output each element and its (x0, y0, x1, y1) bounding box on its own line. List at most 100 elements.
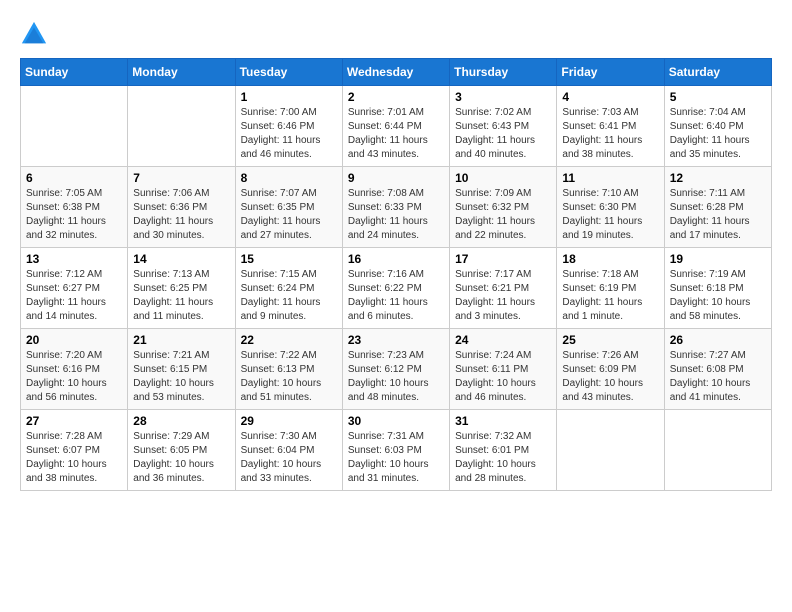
logo-icon (20, 20, 48, 48)
calendar-cell: 5Sunrise: 7:04 AMSunset: 6:40 PMDaylight… (664, 86, 771, 167)
day-number: 9 (348, 171, 444, 185)
day-header-thursday: Thursday (450, 59, 557, 86)
day-info: Sunrise: 7:12 AMSunset: 6:27 PMDaylight:… (26, 268, 122, 324)
calendar-cell: 15 Sunrise: 7:15 AMSunset: 6:24 PMDayligh… (235, 248, 342, 329)
calendar-cell (21, 86, 128, 167)
day-number: 20 (26, 333, 122, 347)
calendar-cell: 22 Sunrise: 7:22 AMSunset: 6:13 PMDayligh… (235, 329, 342, 410)
calendar-cell: 7Sunrise: 7:06 AMSunset: 6:36 PMDaylight… (128, 167, 235, 248)
day-header-sunday: Sunday (21, 59, 128, 86)
day-number: 2 (348, 90, 444, 104)
day-info: Sunrise: 7:20 AMSunset: 6:16 PMDaylight:… (26, 349, 122, 405)
day-number: 13 (26, 252, 122, 266)
calendar-cell: 1Sunrise: 7:00 AMSunset: 6:46 PMDaylight… (235, 86, 342, 167)
day-info: Sunrise: 7:06 AMSunset: 6:36 PMDaylight:… (133, 187, 229, 243)
day-info: Sunrise: 7:05 AMSunset: 6:38 PMDaylight:… (26, 187, 122, 243)
calendar-cell: 27 Sunrise: 7:28 AMSunset: 6:07 PMDayligh… (21, 410, 128, 491)
day-info: Sunrise: 7:28 AMSunset: 6:07 PMDaylight:… (26, 430, 122, 486)
day-info: Sunrise: 7:10 AMSunset: 6:30 PMDaylight:… (562, 187, 658, 243)
day-number: 23 (348, 333, 444, 347)
calendar-cell (128, 86, 235, 167)
day-info: Sunrise: 7:08 AMSunset: 6:33 PMDaylight:… (348, 187, 444, 243)
day-info: Sunrise: 7:15 AMSunset: 6:24 PMDaylight:… (241, 268, 337, 324)
day-info: Sunrise: 7:21 AMSunset: 6:15 PMDaylight:… (133, 349, 229, 405)
day-number: 6 (26, 171, 122, 185)
day-number: 11 (562, 171, 658, 185)
day-header-friday: Friday (557, 59, 664, 86)
day-info: Sunrise: 7:23 AMSunset: 6:12 PMDaylight:… (348, 349, 444, 405)
day-header-saturday: Saturday (664, 59, 771, 86)
day-info: Sunrise: 7:03 AMSunset: 6:41 PMDaylight:… (562, 106, 658, 162)
day-number: 26 (670, 333, 766, 347)
page-header (20, 20, 772, 48)
day-number: 10 (455, 171, 551, 185)
day-number: 30 (348, 414, 444, 428)
week-row-4: 20 Sunrise: 7:20 AMSunset: 6:16 PMDayligh… (21, 329, 772, 410)
day-number: 12 (670, 171, 766, 185)
calendar-cell: 8 Sunrise: 7:07 AMSunset: 6:35 PMDaylight… (235, 167, 342, 248)
day-info: Sunrise: 7:22 AMSunset: 6:13 PMDaylight:… (241, 349, 337, 405)
day-number: 15 (241, 252, 337, 266)
day-number: 16 (348, 252, 444, 266)
logo (20, 20, 52, 48)
calendar-cell: 30 Sunrise: 7:31 AMSunset: 6:03 PMDayligh… (342, 410, 449, 491)
calendar-cell: 24 Sunrise: 7:24 AMSunset: 6:11 PMDayligh… (450, 329, 557, 410)
day-header-monday: Monday (128, 59, 235, 86)
day-info: Sunrise: 7:09 AMSunset: 6:32 PMDaylight:… (455, 187, 551, 243)
day-number: 27 (26, 414, 122, 428)
day-header-wednesday: Wednesday (342, 59, 449, 86)
day-info: Sunrise: 7:16 AMSunset: 6:22 PMDaylight:… (348, 268, 444, 324)
calendar-cell: 16 Sunrise: 7:16 AMSunset: 6:22 PMDayligh… (342, 248, 449, 329)
calendar-table: SundayMondayTuesdayWednesdayThursdayFrid… (20, 58, 772, 491)
calendar-cell: 28 Sunrise: 7:29 AMSunset: 6:05 PMDayligh… (128, 410, 235, 491)
day-info: Sunrise: 7:24 AMSunset: 6:11 PMDaylight:… (455, 349, 551, 405)
day-number: 8 (241, 171, 337, 185)
day-number: 1 (241, 90, 337, 104)
day-number: 5 (670, 90, 766, 104)
calendar-cell: 3 Sunrise: 7:02 AMSunset: 6:43 PMDaylight… (450, 86, 557, 167)
day-number: 31 (455, 414, 551, 428)
day-number: 14 (133, 252, 229, 266)
calendar-cell: 20 Sunrise: 7:20 AMSunset: 6:16 PMDayligh… (21, 329, 128, 410)
day-number: 28 (133, 414, 229, 428)
day-number: 29 (241, 414, 337, 428)
calendar-cell: 6 Sunrise: 7:05 AMSunset: 6:38 PMDaylight… (21, 167, 128, 248)
day-info: Sunrise: 7:18 AMSunset: 6:19 PMDaylight:… (562, 268, 658, 324)
day-number: 24 (455, 333, 551, 347)
day-number: 3 (455, 90, 551, 104)
calendar-cell: 26Sunrise: 7:27 AMSunset: 6:08 PMDayligh… (664, 329, 771, 410)
header-row: SundayMondayTuesdayWednesdayThursdayFrid… (21, 59, 772, 86)
day-info: Sunrise: 7:30 AMSunset: 6:04 PMDaylight:… (241, 430, 337, 486)
calendar-cell: 31 Sunrise: 7:32 AMSunset: 6:01 PMDayligh… (450, 410, 557, 491)
week-row-5: 27 Sunrise: 7:28 AMSunset: 6:07 PMDayligh… (21, 410, 772, 491)
calendar-cell: 10 Sunrise: 7:09 AMSunset: 6:32 PMDayligh… (450, 167, 557, 248)
calendar-cell: 14Sunrise: 7:13 AMSunset: 6:25 PMDayligh… (128, 248, 235, 329)
week-row-3: 13 Sunrise: 7:12 AMSunset: 6:27 PMDayligh… (21, 248, 772, 329)
calendar-cell: 11 Sunrise: 7:10 AMSunset: 6:30 PMDayligh… (557, 167, 664, 248)
day-number: 19 (670, 252, 766, 266)
day-header-tuesday: Tuesday (235, 59, 342, 86)
calendar-cell: 18Sunrise: 7:18 AMSunset: 6:19 PMDayligh… (557, 248, 664, 329)
calendar-cell (664, 410, 771, 491)
day-info: Sunrise: 7:07 AMSunset: 6:35 PMDaylight:… (241, 187, 337, 243)
day-info: Sunrise: 7:01 AMSunset: 6:44 PMDaylight:… (348, 106, 444, 162)
day-number: 22 (241, 333, 337, 347)
day-info: Sunrise: 7:32 AMSunset: 6:01 PMDaylight:… (455, 430, 551, 486)
calendar-cell: 17Sunrise: 7:17 AMSunset: 6:21 PMDayligh… (450, 248, 557, 329)
calendar-cell (557, 410, 664, 491)
calendar-cell: 12Sunrise: 7:11 AMSunset: 6:28 PMDayligh… (664, 167, 771, 248)
calendar-cell: 21Sunrise: 7:21 AMSunset: 6:15 PMDayligh… (128, 329, 235, 410)
calendar-cell: 25 Sunrise: 7:26 AMSunset: 6:09 PMDayligh… (557, 329, 664, 410)
day-number: 25 (562, 333, 658, 347)
day-info: Sunrise: 7:26 AMSunset: 6:09 PMDaylight:… (562, 349, 658, 405)
day-info: Sunrise: 7:02 AMSunset: 6:43 PMDaylight:… (455, 106, 551, 162)
day-info: Sunrise: 7:29 AMSunset: 6:05 PMDaylight:… (133, 430, 229, 486)
calendar-cell: 2 Sunrise: 7:01 AMSunset: 6:44 PMDaylight… (342, 86, 449, 167)
calendar-cell: 9 Sunrise: 7:08 AMSunset: 6:33 PMDaylight… (342, 167, 449, 248)
day-number: 17 (455, 252, 551, 266)
calendar-cell: 29 Sunrise: 7:30 AMSunset: 6:04 PMDayligh… (235, 410, 342, 491)
calendar-cell: 23 Sunrise: 7:23 AMSunset: 6:12 PMDayligh… (342, 329, 449, 410)
day-info: Sunrise: 7:31 AMSunset: 6:03 PMDaylight:… (348, 430, 444, 486)
week-row-2: 6 Sunrise: 7:05 AMSunset: 6:38 PMDaylight… (21, 167, 772, 248)
day-info: Sunrise: 7:19 AMSunset: 6:18 PMDaylight:… (670, 268, 766, 324)
